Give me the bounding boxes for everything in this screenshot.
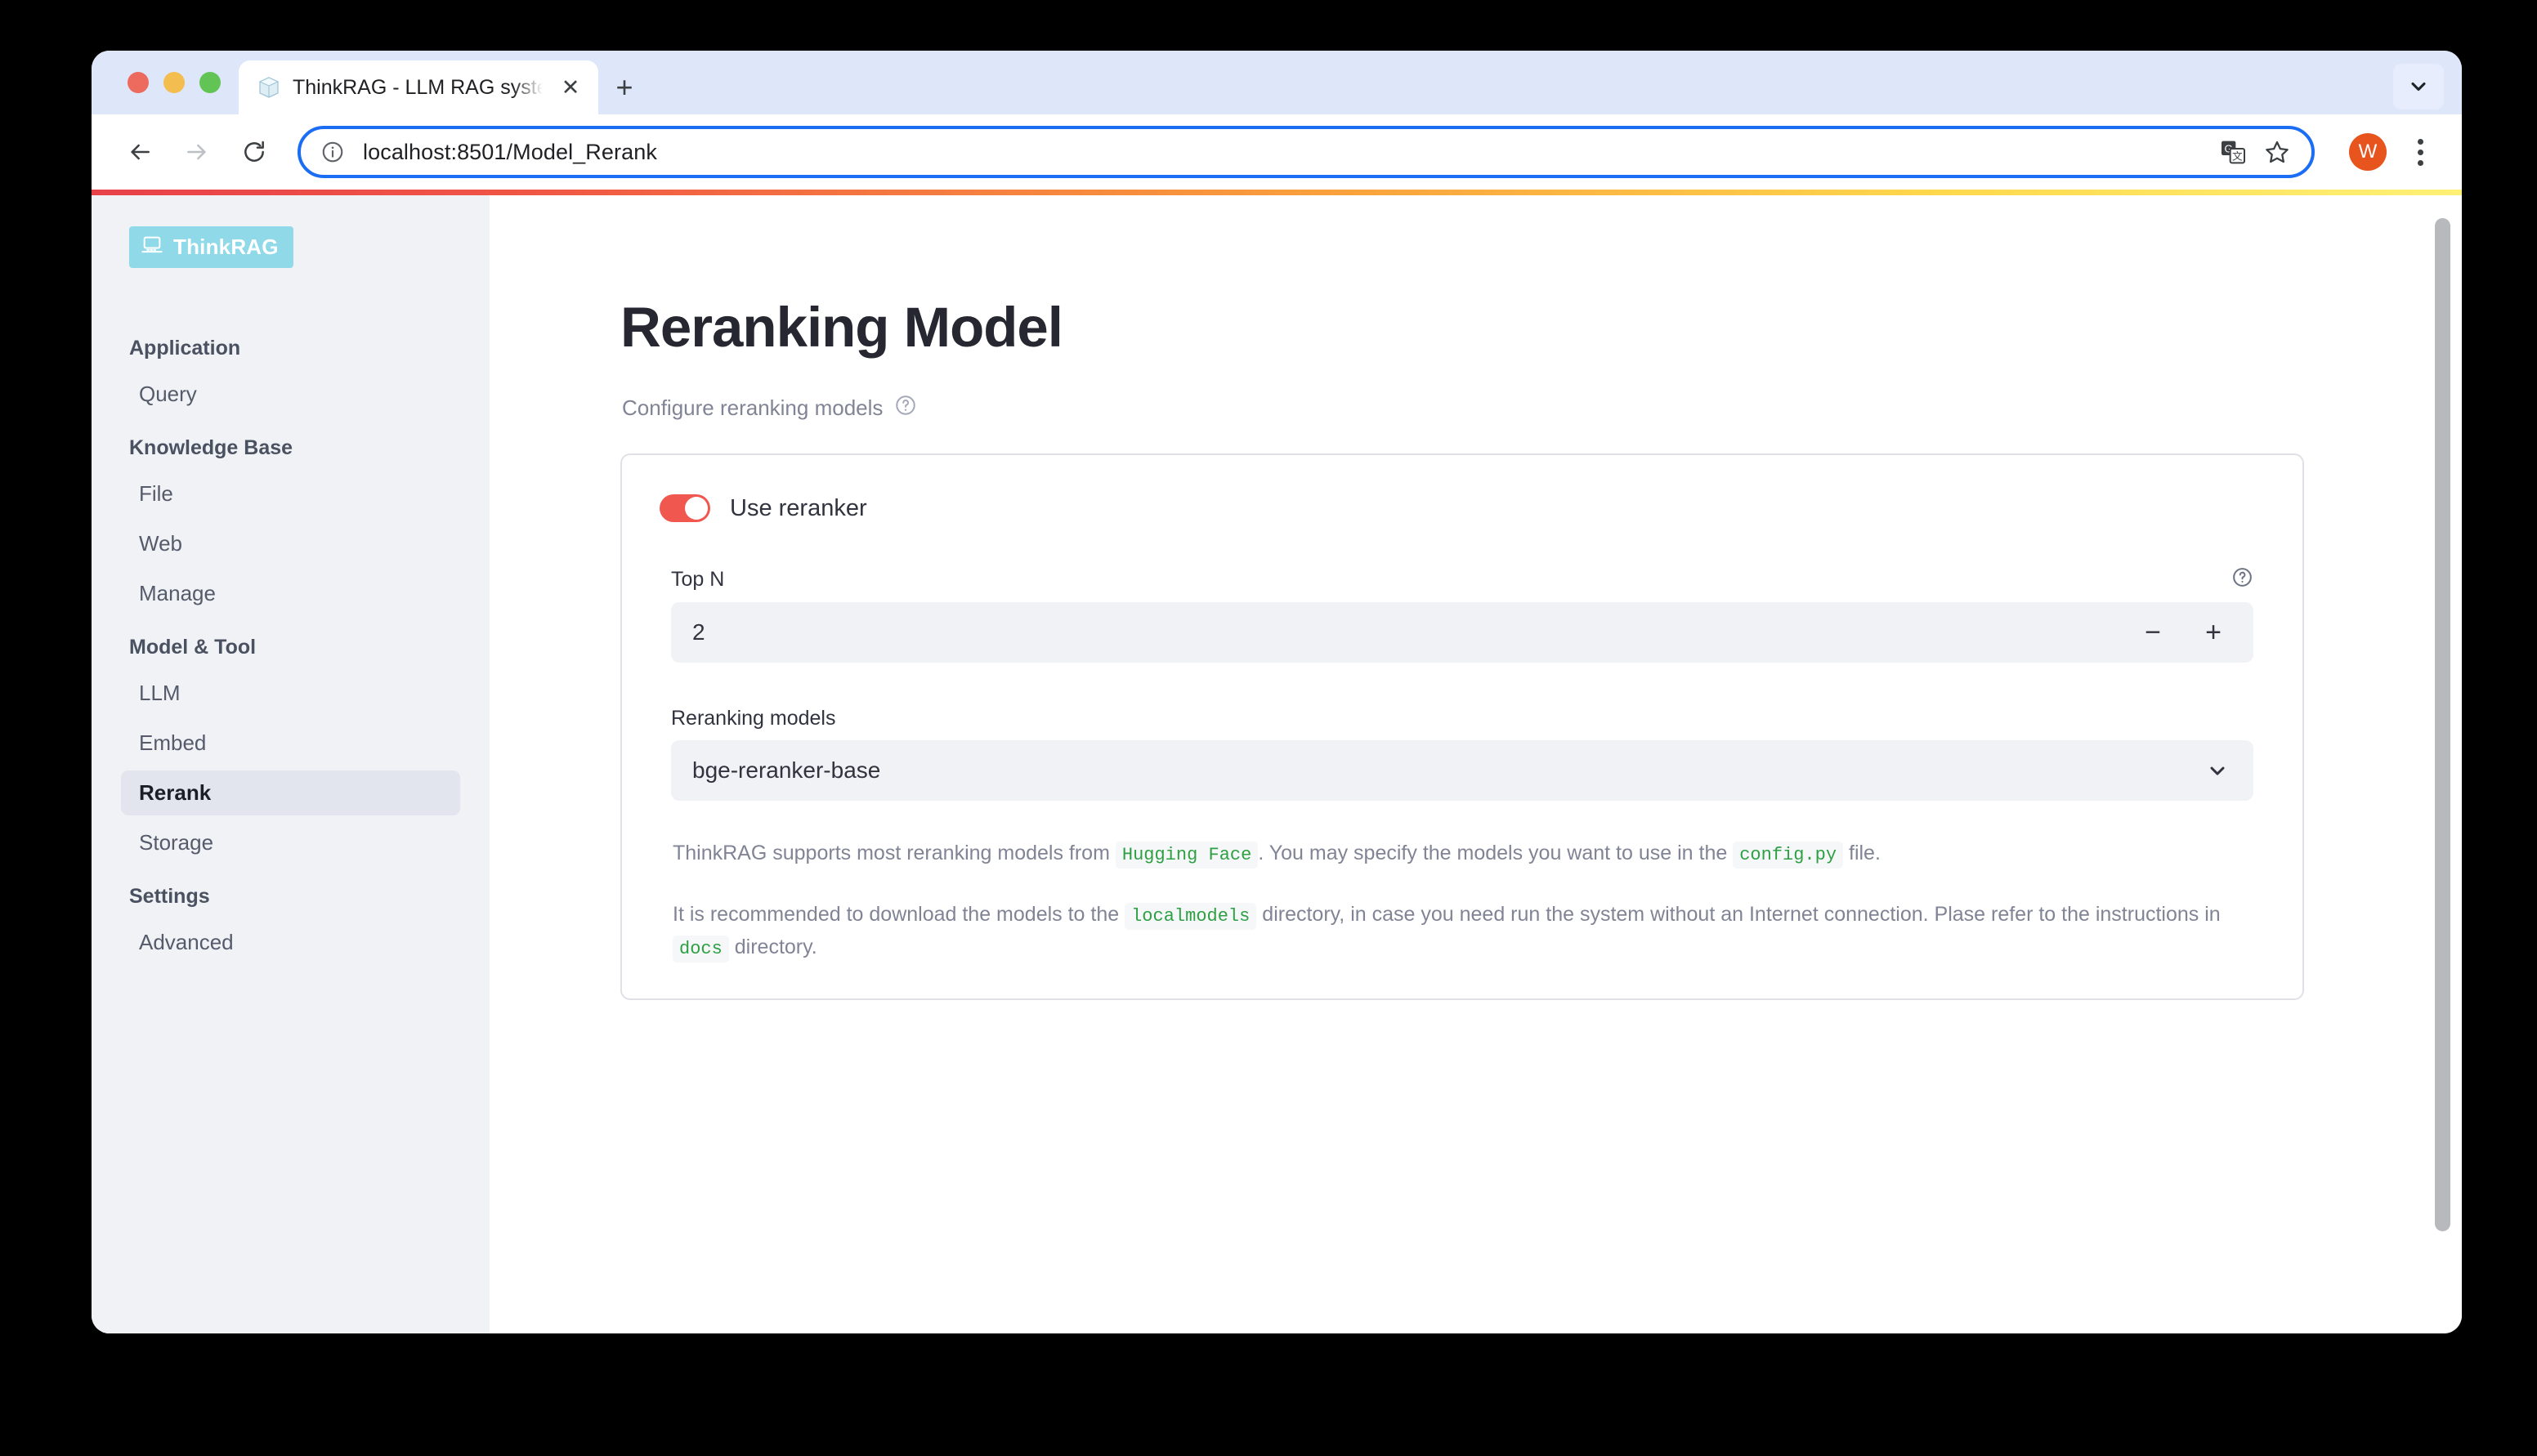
top-n-value[interactable]: 2 — [692, 619, 2142, 645]
help-p2-part3: directory. — [735, 936, 817, 958]
sidebar-item-advanced[interactable]: Advanced — [121, 920, 460, 965]
close-window-button[interactable] — [128, 72, 149, 93]
use-reranker-row: Use reranker — [660, 494, 2266, 522]
window-traffic-lights — [116, 72, 239, 114]
sidebar-item-rerank[interactable]: Rerank — [121, 770, 460, 815]
page-subtitle-text: Configure reranking models — [622, 395, 883, 421]
help-circle-icon[interactable] — [2231, 566, 2253, 592]
browser-tab-strip: ThinkRAG - LLM RAG system ✕ + — [92, 51, 2462, 114]
help-p2-part1: It is recommended to download the models… — [673, 903, 1119, 926]
top-n-label: Top N — [671, 568, 724, 592]
sidebar-item-manage[interactable]: Manage — [121, 571, 460, 616]
main-content: Reranking Model Configure reranking mode… — [490, 195, 2462, 1333]
brand-logo[interactable]: ThinkRAG — [129, 226, 293, 268]
brand-logo-text: ThinkRAG — [173, 234, 279, 260]
sidebar-group-application: Application — [121, 337, 460, 360]
sidebar-item-embed[interactable]: Embed — [121, 721, 460, 766]
reranking-models-label-row: Reranking models — [671, 707, 2253, 730]
avatar[interactable]: W — [2349, 133, 2387, 171]
sidebar-item-storage[interactable]: Storage — [121, 820, 460, 865]
use-reranker-label: Use reranker — [730, 495, 867, 522]
help-circle-icon[interactable] — [894, 394, 917, 422]
browser-tab[interactable]: ThinkRAG - LLM RAG system ✕ — [239, 60, 598, 114]
page-title: Reranking Model — [620, 295, 2462, 360]
decrement-button[interactable]: − — [2142, 619, 2163, 646]
reranking-models-label: Reranking models — [671, 707, 836, 730]
top-n-label-row: Top N — [671, 566, 2253, 592]
reranking-models-select[interactable]: bge-reranker-base — [671, 740, 2253, 801]
translate-icon[interactable]: G 文 — [2220, 139, 2246, 165]
code-localmodels: localmodels — [1125, 903, 1256, 930]
site-info-icon[interactable] — [320, 140, 345, 164]
use-reranker-toggle[interactable] — [660, 494, 710, 522]
sidebar-item-web[interactable]: Web — [121, 521, 460, 566]
new-tab-button[interactable]: + — [598, 60, 651, 114]
reload-icon[interactable] — [229, 127, 280, 177]
sidebar-item-file[interactable]: File — [121, 471, 460, 516]
sidebar-item-query[interactable]: Query — [121, 372, 460, 417]
increment-button[interactable]: + — [2203, 619, 2224, 646]
code-hugging-face: Hugging Face — [1116, 842, 1258, 869]
sidebar-item-llm[interactable]: LLM — [121, 671, 460, 716]
main-scrollbar[interactable] — [2435, 218, 2450, 1231]
address-bar-url[interactable]: localhost:8501/Model_Rerank — [363, 140, 2202, 165]
three-dots-menu-icon[interactable] — [2400, 127, 2441, 177]
browser-toolbar: localhost:8501/Model_Rerank G 文 W — [92, 114, 2462, 190]
help-p2-part2: directory, in case you need run the syst… — [1262, 903, 2220, 926]
forward-arrow-icon[interactable] — [172, 127, 222, 177]
sidebar-group-knowledge-base: Knowledge Base — [121, 436, 460, 460]
star-icon[interactable] — [2264, 139, 2290, 165]
help-paragraph-2: It is recommended to download the models… — [673, 898, 2248, 964]
reranker-settings-card: Use reranker Top N 2 — [620, 453, 2304, 1000]
help-p1-part2: . You may specify the models you want to… — [1258, 842, 1727, 864]
browser-window: ThinkRAG - LLM RAG system ✕ + — [92, 51, 2462, 1333]
sidebar-group-settings: Settings — [121, 885, 460, 909]
reranking-models-value: bge-reranker-base — [692, 757, 2206, 784]
page-subtitle: Configure reranking models — [622, 394, 2462, 422]
maximize-window-button[interactable] — [199, 72, 221, 93]
sidebar: ThinkRAG Application Query Knowledge Bas… — [92, 195, 490, 1333]
accent-gradient-bar — [92, 190, 2462, 195]
chevron-down-icon[interactable] — [2206, 759, 2229, 782]
help-p1-part3: file. — [1849, 842, 1881, 864]
sidebar-nav: Application Query Knowledge Base File We… — [121, 337, 460, 965]
svg-text:文: 文 — [2232, 151, 2243, 163]
minimize-window-button[interactable] — [163, 72, 185, 93]
back-arrow-icon[interactable] — [114, 127, 165, 177]
laptop-icon — [141, 234, 163, 261]
thinkrag-cube-favicon — [257, 75, 281, 100]
chevron-down-icon[interactable] — [2393, 64, 2444, 109]
top-n-stepper[interactable]: 2 − + — [671, 602, 2253, 663]
code-docs: docs — [673, 936, 729, 962]
help-p1-part1: ThinkRAG supports most reranking models … — [673, 842, 1110, 864]
browser-tab-title: ThinkRAG - LLM RAG system — [293, 76, 543, 100]
code-config-py: config.py — [1733, 842, 1843, 869]
help-paragraph-1: ThinkRAG supports most reranking models … — [673, 837, 2248, 870]
top-n-stepper-controls: − + — [2142, 619, 2229, 646]
sidebar-group-model-tool: Model & Tool — [121, 636, 460, 659]
app-page: ThinkRAG Application Query Knowledge Bas… — [92, 195, 2462, 1333]
address-bar[interactable]: localhost:8501/Model_Rerank G 文 — [298, 126, 2315, 178]
close-tab-button[interactable]: ✕ — [554, 77, 587, 99]
tab-strip-spacer — [651, 60, 2393, 114]
